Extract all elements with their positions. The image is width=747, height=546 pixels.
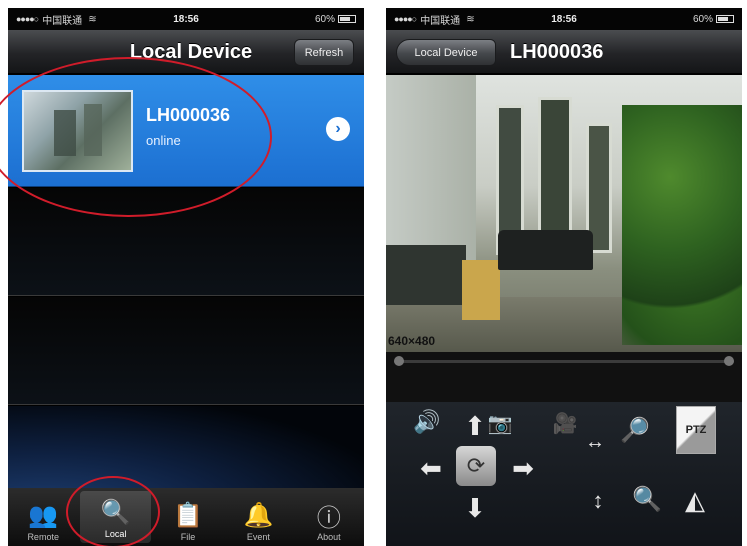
battery-icon: [338, 15, 356, 23]
clock-label: 18:56: [173, 13, 199, 25]
ptz-control-panel: 🔊 📷 ⬆ ⬅ ⟳ ➡ ⬇ 🎥 ↔ 🔎 PTZ ↕ 🔍 ◭: [386, 402, 742, 546]
live-video-view[interactable]: 640×480: [386, 75, 742, 352]
battery-indicator: 60%: [693, 14, 734, 25]
device-row[interactable]: LH000036 online ›: [8, 75, 364, 187]
tab-label: Local: [104, 529, 127, 539]
speaker-icon[interactable]: 🔊: [408, 407, 446, 437]
tab-label: Remote: [27, 532, 59, 542]
device-name: LH000036: [146, 105, 231, 125]
refresh-icon[interactable]: ⟳: [456, 446, 496, 486]
chevron-right-icon[interactable]: ›: [326, 117, 350, 141]
horizontal-flip-icon[interactable]: ↔: [578, 430, 612, 454]
arrow-up-icon[interactable]: ⬆: [458, 406, 492, 446]
list-item-empty: [8, 297, 364, 405]
nav-bar: Local Device Refresh: [8, 30, 364, 74]
resolution-label: 640×480: [388, 334, 436, 348]
battery-label: 60%: [692, 13, 713, 25]
slider-knob-right[interactable]: [724, 356, 734, 366]
ptz-toggle-button[interactable]: PTZ: [676, 406, 716, 454]
tab-label: About: [317, 532, 341, 542]
tab-label: Event: [246, 532, 270, 542]
video-scene: [462, 260, 500, 320]
vertical-flip-icon[interactable]: ↕: [586, 484, 610, 518]
bell-icon: 🔔: [243, 501, 274, 529]
tab-file[interactable]: 📋 File: [153, 488, 223, 546]
users-icon: 👥: [28, 501, 59, 529]
tab-remote[interactable]: 👥 Remote: [8, 488, 78, 546]
mirror-icon[interactable]: ◭: [676, 482, 714, 518]
device-list: LH000036 online ›: [8, 75, 364, 514]
arrow-down-icon[interactable]: ⬇: [458, 488, 492, 528]
video-scene: [386, 245, 466, 305]
screenshot-stage: ●●●●○ 中国联通 ≋ 18:56 60% Local Device Refr…: [0, 0, 747, 546]
tab-bar: 👥 Remote 🔍 Local 📋 File 🔔 Event ⓘ About: [8, 488, 364, 546]
refresh-button[interactable]: Refresh: [294, 39, 354, 66]
signal-icon: ●●●●○: [394, 14, 417, 24]
battery-label: 60%: [314, 13, 335, 25]
video-scene: [622, 105, 742, 345]
zoom-in-icon[interactable]: 🔍: [630, 482, 664, 516]
info-icon: ⓘ: [316, 504, 341, 532]
back-button[interactable]: Local Device: [396, 39, 496, 66]
wifi-icon: ≋: [88, 13, 97, 25]
slider-line: [394, 360, 734, 363]
carrier-label: 中国联通: [42, 15, 83, 27]
arrow-left-icon[interactable]: ⬅: [408, 450, 454, 486]
zoom-out-icon[interactable]: 🔎: [612, 406, 658, 454]
device-view-screen: ●●●●○ 中国联通 ≋ 18:56 60% Local Device LH00…: [386, 8, 742, 546]
page-title: LH000036: [510, 41, 604, 63]
tab-local[interactable]: 🔍 Local: [80, 491, 151, 543]
clipboard-icon: 📋: [173, 501, 203, 529]
tab-event[interactable]: 🔔 Event: [223, 488, 293, 546]
battery-icon: [716, 15, 734, 23]
local-device-screen: ●●●●○ 中国联通 ≋ 18:56 60% Local Device Refr…: [8, 8, 364, 546]
battery-indicator: 60%: [315, 14, 356, 25]
wifi-icon: ≋: [466, 13, 475, 25]
tab-label: File: [180, 532, 196, 542]
clock-label: 18:56: [551, 13, 577, 25]
status-bar: ●●●●○ 中国联通 ≋ 18:56 60%: [386, 8, 742, 30]
signal-icon: ●●●●○: [16, 14, 39, 24]
device-status: online: [146, 133, 181, 148]
carrier-label: 中国联通: [420, 15, 461, 27]
slider-knob-left[interactable]: [394, 356, 404, 366]
device-thumbnail: [22, 90, 133, 172]
search-icon: 🔍: [100, 498, 131, 526]
list-item-empty: [8, 188, 364, 296]
arrow-right-icon[interactable]: ➡: [500, 450, 546, 486]
video-slider[interactable]: [386, 352, 742, 402]
tab-about[interactable]: ⓘ About: [294, 488, 364, 546]
nav-bar: Local Device LH000036: [386, 30, 742, 74]
status-bar: ●●●●○ 中国联通 ≋ 18:56 60%: [8, 8, 364, 30]
video-scene: [498, 230, 593, 270]
